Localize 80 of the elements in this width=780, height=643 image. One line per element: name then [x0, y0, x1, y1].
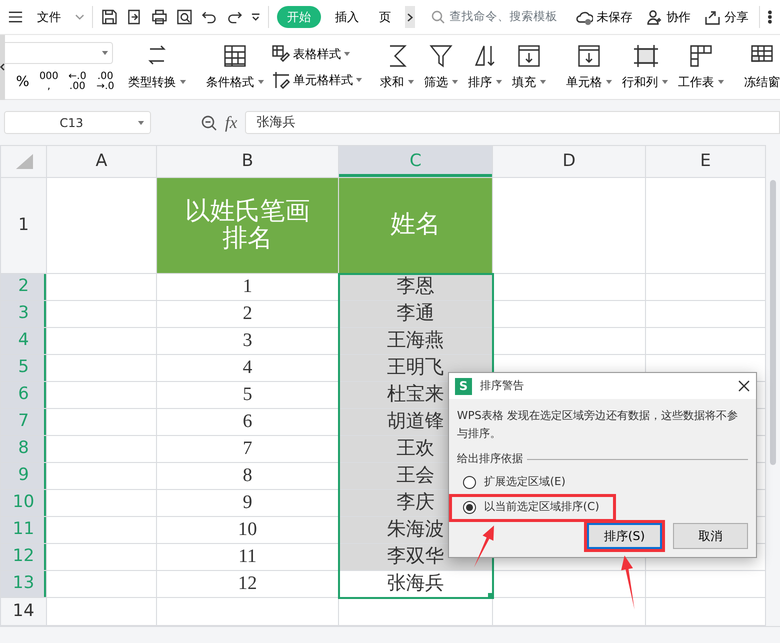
ribbon-button[interactable]: 求和 — [375, 43, 419, 91]
ribbon-button[interactable]: 单元格 — [561, 43, 617, 91]
header-cell: 姓名 — [338, 178, 492, 274]
caret-icon — [662, 80, 668, 84]
ribbon-button[interactable]: 填充 — [507, 43, 551, 91]
caret-icon — [344, 52, 350, 56]
caret-icon — [718, 80, 724, 84]
column-header[interactable]: D — [492, 146, 646, 178]
ribbon-button[interactable]: 类型转换 — [123, 43, 191, 91]
caret-icon — [408, 80, 414, 84]
column-header[interactable]: A — [46, 146, 156, 178]
column-header[interactable]: B — [156, 146, 338, 178]
fill-icon — [516, 43, 542, 69]
column-header[interactable]: E — [646, 146, 766, 178]
formula-field[interactable]: 张海兵 — [245, 111, 780, 134]
ribbon-button[interactable]: 条件格式 — [201, 43, 269, 91]
caret-icon — [258, 80, 264, 84]
share-button[interactable]: 分享 — [701, 8, 752, 26]
caret-icon — [102, 51, 108, 55]
radio-button[interactable] — [463, 476, 476, 489]
filter-icon — [428, 43, 454, 69]
caret-icon — [356, 78, 362, 82]
caret-icon — [452, 80, 458, 84]
table-grid-icon — [222, 43, 248, 69]
number-format-button[interactable]: % — [13, 77, 32, 87]
collaborate-button[interactable]: 协作 — [643, 8, 694, 26]
cancel-button[interactable]: 取消 — [673, 522, 748, 548]
dropdown-arrow-icon[interactable] — [250, 13, 260, 21]
print-icon[interactable] — [151, 8, 168, 26]
ribbon-tab[interactable]: 插入 — [328, 6, 365, 28]
caret-icon — [606, 80, 612, 84]
vertical-scrollbar[interactable] — [766, 145, 780, 626]
save-icon[interactable] — [101, 8, 118, 26]
radio-button[interactable] — [463, 501, 476, 514]
zoom-icon[interactable] — [201, 114, 217, 130]
app-icon: S — [455, 378, 472, 394]
close-icon[interactable] — [738, 380, 750, 392]
number-format-button[interactable]: .00 →.0 — [93, 72, 118, 92]
chevron-right-icon[interactable] — [407, 12, 414, 22]
share-icon — [704, 8, 722, 26]
cell-style-icon — [272, 71, 290, 89]
name-box[interactable]: C13 — [4, 111, 151, 134]
search-field[interactable]: 查找命令、搜索模板 — [431, 8, 558, 26]
table-style-icon — [272, 45, 290, 63]
row-header[interactable]: 14 — [0, 598, 46, 626]
ribbon-button[interactable]: 表格样式 — [269, 45, 365, 63]
sort-button[interactable]: 排序(S) — [587, 522, 662, 548]
fx-label: fx — [225, 112, 238, 134]
table-cell: 李通 — [338, 300, 492, 328]
ribbon-button[interactable]: 排序 — [463, 43, 507, 91]
rows-columns-icon — [688, 43, 714, 69]
ribbon-button[interactable]: 行和列 — [617, 43, 673, 91]
chevron-left-icon — [0, 63, 5, 71]
caret-icon — [496, 80, 502, 84]
number-format-button[interactable]: 000 , — [36, 72, 62, 92]
annotation-arrow — [621, 556, 634, 610]
table-cell: 王海燕 — [338, 328, 492, 354]
caret-icon — [138, 120, 144, 124]
menu-icon[interactable] — [8, 10, 24, 24]
caret-icon — [540, 80, 546, 84]
search-icon — [431, 10, 446, 24]
header-cell: 以姓氏笔画排名 — [156, 178, 338, 274]
ribbon-button[interactable]: 筛选 — [419, 43, 463, 91]
annotation-arrow — [474, 526, 494, 568]
file-menu[interactable]: 文件 — [31, 6, 68, 28]
more-icon[interactable] — [768, 10, 772, 24]
ribbon-button[interactable]: 工作表 — [673, 43, 729, 91]
row-header[interactable]: 1 — [0, 178, 46, 274]
table-cell: 李恩 — [338, 274, 492, 300]
number-format-button[interactable]: ←.0 .00 — [65, 72, 90, 92]
cell-icon — [632, 43, 658, 69]
user-add-icon — [646, 8, 664, 26]
fill-icon — [576, 43, 602, 69]
unsaved-status[interactable]: 未保存 — [573, 8, 636, 26]
caret-icon — [180, 80, 186, 84]
print-preview-icon[interactable] — [176, 8, 193, 26]
collapse-handle[interactable] — [0, 34, 5, 100]
ribbon-tab[interactable]: 页 — [372, 6, 397, 28]
ribbon-button[interactable]: 单元格样式 — [269, 71, 365, 89]
ribbon-button[interactable]: 冻结窗 — [739, 43, 780, 91]
